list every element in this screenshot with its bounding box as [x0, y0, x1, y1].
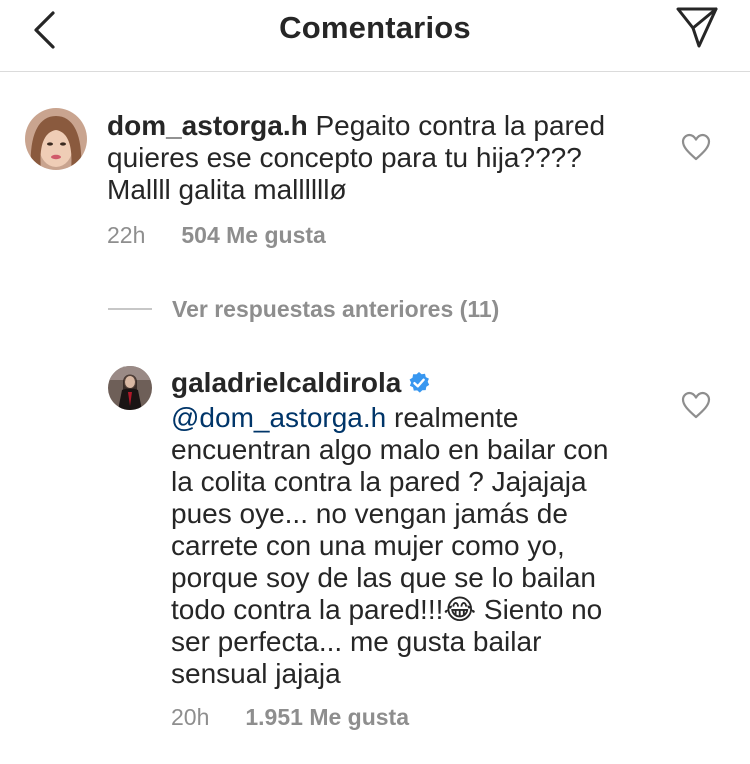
reply-text-line: realmente [386, 402, 519, 433]
reply-text-line: sensual jajaja [171, 658, 341, 689]
comment-time: 22h [107, 222, 146, 248]
comment-body: dom_astorga.h Pegaito contra la pared qu… [107, 110, 667, 206]
avatar[interactable] [108, 366, 152, 410]
divider-line [108, 308, 152, 310]
reply-text-line: todo contra la pared!!! [171, 594, 444, 625]
reply-username[interactable]: galadrielcaldirola [171, 367, 401, 398]
view-replies-label[interactable]: Ver respuestas anteriores (11) [172, 296, 499, 323]
reply-text-line: porque soy de las que se lo bailan [171, 562, 596, 593]
reply-body: galadrielcaldirola @dom_astorga.h realme… [171, 367, 671, 690]
comment-meta: 22h 504 Me gusta [107, 222, 326, 249]
comment-username[interactable]: dom_astorga.h [107, 110, 308, 141]
comment-text-line: quieres ese concepto para tu hija???? [107, 142, 582, 173]
verified-badge-icon [407, 370, 431, 402]
reply-text-line: Siento no [476, 594, 603, 625]
reply-text-line: ser perfecta... me gusta bailar [171, 626, 542, 657]
page-title: Comentarios [279, 10, 471, 45]
view-replies-toggle[interactable]: Ver respuestas anteriores (11) [108, 292, 499, 326]
paper-plane-icon[interactable] [672, 2, 722, 52]
reply-text-line: encuentran algo malo en bailar con [171, 434, 609, 465]
reply-mention[interactable]: @dom_astorga.h [171, 402, 386, 433]
avatar[interactable] [25, 108, 87, 170]
reply-text-line: la colita contra la pared ? Jajajaja [171, 466, 587, 497]
reply-text-line: carrete con una mujer como yo, [171, 530, 565, 561]
comment-likes[interactable]: 504 Me gusta [181, 222, 325, 249]
laughing-emoji-icon: 😂 [443, 594, 477, 625]
heart-icon[interactable] [681, 391, 711, 419]
reply-text-line: pues oye... no vengan jamás de [171, 498, 568, 529]
reply-likes[interactable]: 1.951 Me gusta [245, 704, 409, 731]
reply-time: 20h [171, 704, 210, 730]
reply-meta: 20h 1.951 Me gusta [171, 704, 409, 731]
heart-icon[interactable] [681, 133, 711, 161]
comment-text-line: Mallll galita mallllllø [107, 174, 347, 205]
header: Comentarios [0, 0, 750, 72]
header-divider [0, 71, 750, 72]
comment-text-line: Pegaito contra la pared [307, 110, 606, 141]
